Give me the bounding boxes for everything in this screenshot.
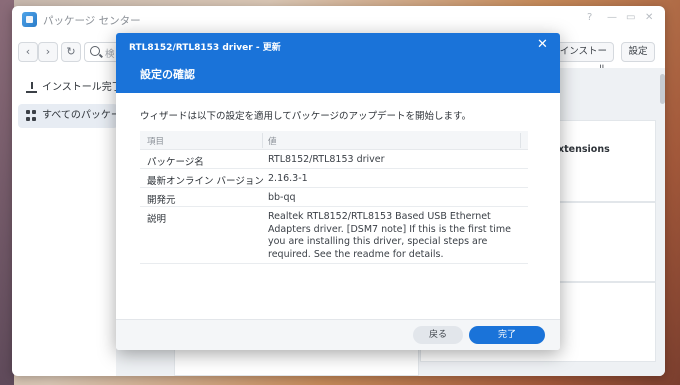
back-button[interactable]: 戻る <box>413 326 463 344</box>
sidebar: インストール完了 すべてのパッケージ <box>12 68 118 376</box>
sidebar-item-label: インストール完了 <box>42 82 118 93</box>
grid-icon <box>26 110 37 121</box>
table-header: 項目 値 <box>140 131 528 150</box>
help-icon[interactable]: ? <box>587 12 592 23</box>
row-value: bb-qq <box>268 192 296 203</box>
window-title: パッケージ センター <box>43 15 141 27</box>
dialog-header: RTL8152/RTL8153 driver - 更新 ✕ 設定の確認 <box>116 33 560 93</box>
close-window-icon[interactable]: ✕ <box>645 12 653 23</box>
row-value: RTL8152/RTL8153 driver <box>268 154 385 165</box>
row-key: パッケージ名 <box>147 157 204 168</box>
column-header-value: 値 <box>268 137 277 147</box>
dialog-title: RTL8152/RTL8153 driver - 更新 <box>129 43 281 53</box>
intro-text: ウィザードは以下の設定を適用してパッケージのアップデートを開始します。 <box>140 111 472 122</box>
package-card-title: xtensions <box>558 144 610 155</box>
row-key: 開発元 <box>147 195 176 206</box>
package-center-icon <box>22 12 37 27</box>
refresh-button[interactable]: ↻ <box>61 42 81 62</box>
row-value: Realtek RTL8152/RTL8153 Based USB Ethern… <box>268 211 512 260</box>
table-row: 開発元 bb-qq <box>140 188 528 207</box>
table-row: 説明 Realtek RTL8152/RTL8153 Based USB Eth… <box>140 207 528 264</box>
table-row: 最新オンライン バージョン 2.16.3-1 <box>140 169 528 188</box>
finish-button[interactable]: 完了 <box>469 326 545 344</box>
row-key: 説明 <box>147 214 167 225</box>
dialog-footer: 戻る 完了 <box>116 319 560 350</box>
minimize-icon[interactable]: — <box>607 12 617 23</box>
close-icon[interactable]: ✕ <box>537 37 548 52</box>
settings-table: 項目 値 パッケージ名 RTL8152/RTL8153 driver 最新オンラ… <box>140 131 528 264</box>
search-placeholder: 検 <box>105 49 115 60</box>
sidebar-item-label: すべてのパッケージ <box>42 110 118 121</box>
back-nav-button[interactable]: ‹ <box>18 42 38 62</box>
search-icon <box>90 46 100 56</box>
column-divider <box>520 133 521 148</box>
sidebar-item-all-packages[interactable]: すべてのパッケージ <box>18 104 118 128</box>
row-value: 2.16.3-1 <box>268 173 308 184</box>
download-icon <box>26 82 37 93</box>
sidebar-item-installed[interactable]: インストール完了 <box>18 76 118 100</box>
table-row: パッケージ名 RTL8152/RTL8153 driver <box>140 150 528 169</box>
step-heading: 設定の確認 <box>140 68 195 81</box>
row-key: 最新オンライン バージョン <box>147 176 264 187</box>
dialog-body: ウィザードは以下の設定を適用してパッケージのアップデートを開始します。 項目 値… <box>116 93 560 319</box>
title-bar: パッケージ センター ? — ▭ ✕ <box>12 6 665 34</box>
maximize-icon[interactable]: ▭ <box>626 12 635 23</box>
manual-install-button[interactable]: インストール <box>552 42 614 75</box>
settings-button[interactable]: 設定 <box>621 42 655 62</box>
forward-nav-button[interactable]: › <box>38 42 58 62</box>
column-header-item: 項目 <box>147 137 165 147</box>
scrollbar[interactable] <box>660 74 665 104</box>
column-divider <box>262 133 263 148</box>
update-wizard-dialog: RTL8152/RTL8153 driver - 更新 ✕ 設定の確認 ウィザー… <box>116 33 560 350</box>
